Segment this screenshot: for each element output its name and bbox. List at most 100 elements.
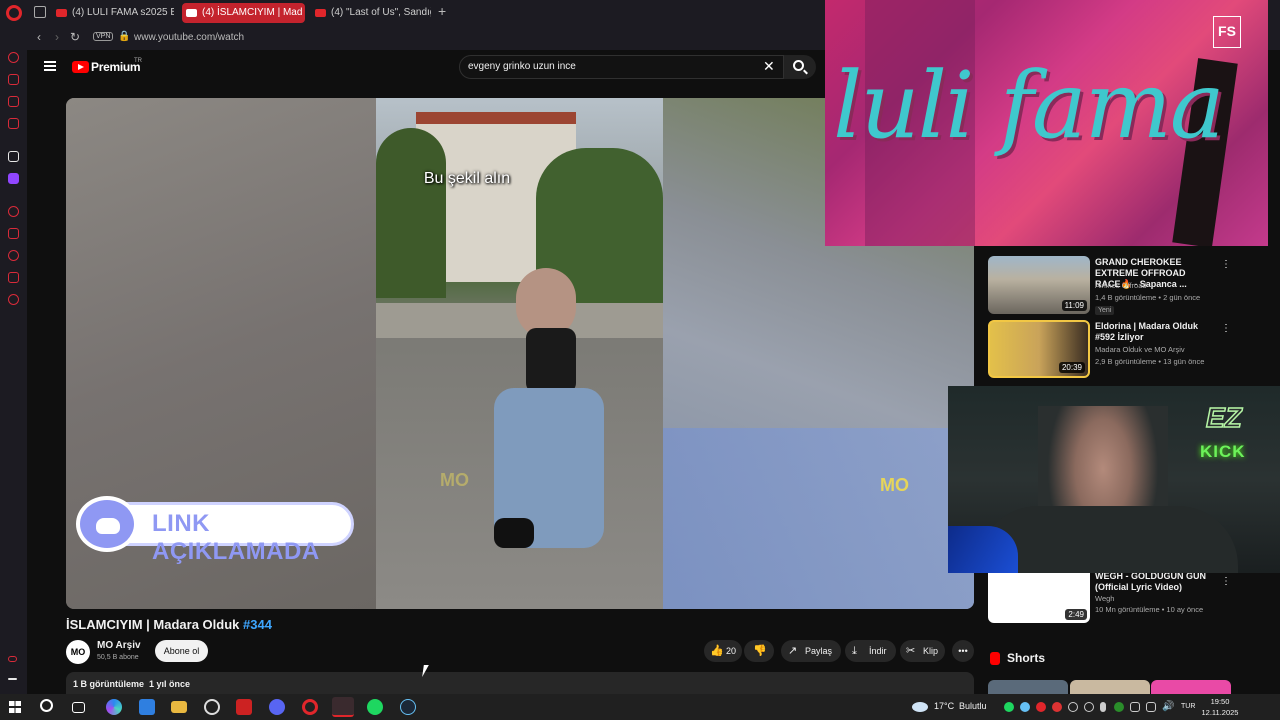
- forward-icon[interactable]: ›: [55, 30, 59, 44]
- youtube-premium-label[interactable]: Premium: [91, 60, 141, 74]
- video-thumbnail[interactable]: 20:39: [988, 320, 1090, 378]
- back-icon[interactable]: ‹: [37, 30, 41, 44]
- search-value[interactable]: evgeny grinko uzun ince: [468, 61, 576, 72]
- search-icon[interactable]: [40, 699, 53, 712]
- opera-gx-icon[interactable]: [332, 697, 354, 717]
- related-title[interactable]: Eldorina | Madara Olduk #592 İzliyor: [1095, 321, 1213, 343]
- more-vert-icon[interactable]: ⋮: [1221, 323, 1231, 334]
- region-label: TR: [134, 58, 142, 64]
- more-vert-icon[interactable]: ⋮: [1221, 259, 1231, 270]
- more-actions-button[interactable]: •••: [952, 640, 974, 662]
- gx-icon[interactable]: [8, 656, 17, 662]
- kick-neon-sign: KICK: [1200, 442, 1246, 461]
- spotify-icon[interactable]: [367, 699, 383, 715]
- share-icon: ↗: [788, 645, 798, 657]
- tray-icon[interactable]: [1052, 702, 1062, 712]
- url-field[interactable]: www.youtube.com/watch: [134, 32, 244, 43]
- instagram-icon[interactable]: [8, 96, 19, 107]
- description-box[interactable]: [66, 672, 974, 694]
- language-indicator[interactable]: TUR: [1181, 703, 1195, 710]
- related-video[interactable]: 2:49 WEGH - GÖLDÜGÜN GÜN (Official Lyric…: [988, 571, 1231, 623]
- vpn-badge[interactable]: VPN: [93, 32, 114, 41]
- tray-icon[interactable]: [1114, 702, 1124, 712]
- channel-avatar[interactable]: MO: [66, 640, 90, 664]
- tray-icon[interactable]: [1146, 702, 1156, 712]
- thumbs-down-icon: 👎: [753, 645, 767, 657]
- clock[interactable]: 19:50 12.11.2025: [1200, 696, 1240, 718]
- workspaces-icon[interactable]: [34, 6, 46, 18]
- video-thumbnail[interactable]: 2:49: [988, 573, 1090, 623]
- related-video[interactable]: 11:09 GRAND CHEROKEE EXTREME OFFROAD RAC…: [988, 256, 1231, 315]
- related-channel[interactable]: Airlines Offroad: [1095, 281, 1147, 290]
- volume-icon[interactable]: 🔊: [1162, 701, 1174, 712]
- reload-icon[interactable]: ↻: [70, 30, 80, 44]
- weather-desc[interactable]: Bulutlu: [959, 701, 987, 711]
- whatsapp-icon[interactable]: [8, 118, 19, 129]
- messenger-icon[interactable]: [8, 74, 19, 85]
- related-channel[interactable]: Wegh: [1095, 594, 1114, 603]
- microphone: [948, 526, 1018, 573]
- new-tab-icon[interactable]: +: [438, 3, 446, 19]
- lock-icon[interactable]: 🔒: [118, 31, 130, 42]
- settings-icon[interactable]: [8, 294, 19, 305]
- share-button[interactable]: ↗ Paylaş: [781, 640, 841, 662]
- music-icon[interactable]: [8, 151, 19, 162]
- menu-icon[interactable]: [44, 61, 56, 71]
- video-meta: 1 B görüntüleme 1 yıl önce: [73, 679, 190, 689]
- copilot-icon[interactable]: [106, 699, 122, 715]
- discord-banner: LINK AÇIKLAMADA: [76, 496, 356, 565]
- task-view-icon[interactable]: [72, 702, 85, 713]
- obs-icon[interactable]: [204, 699, 220, 715]
- channel-watermark[interactable]: MO: [880, 475, 909, 496]
- voice-mod-icon[interactable]: [236, 699, 252, 715]
- dislike-button[interactable]: 👎: [744, 640, 774, 662]
- tray-icon[interactable]: [1036, 702, 1046, 712]
- edge-icon[interactable]: [139, 699, 155, 715]
- history-icon[interactable]: [8, 250, 19, 261]
- related-title[interactable]: WEGH - GÖLDÜGÜN GÜN (Official Lyric Vide…: [1095, 571, 1213, 593]
- tab-luli-fama[interactable]: (4) LULI FAMA s2025 Biki: [52, 3, 174, 23]
- hashtag-link[interactable]: #344: [243, 617, 272, 632]
- bookmarks-icon[interactable]: [8, 228, 19, 239]
- video-thumbnail[interactable]: 11:09: [988, 256, 1090, 314]
- steam-icon[interactable]: [400, 699, 416, 715]
- clip-button[interactable]: ✂ Klip: [900, 640, 945, 662]
- short-thumbnail[interactable]: [988, 680, 1068, 694]
- steam-tray-icon[interactable]: [1020, 702, 1030, 712]
- aria-icon[interactable]: [8, 52, 19, 63]
- more-icon[interactable]: [8, 678, 17, 680]
- discord-icon[interactable]: [269, 699, 285, 715]
- webcam-overlay: EZ KICK: [948, 386, 1280, 573]
- tab-last-of-us[interactable]: (4) "Last of Us", Sandığım: [311, 3, 431, 23]
- tab-islamciyim[interactable]: (4) İSLAMCIYIM | Mad: [182, 3, 305, 23]
- related-video[interactable]: 20:39 Eldorina | Madara Olduk #592 İzliy…: [988, 320, 1231, 378]
- opera-icon[interactable]: [302, 699, 318, 715]
- file-explorer-icon[interactable]: [171, 701, 187, 713]
- player-icon[interactable]: [8, 206, 19, 217]
- related-meta: 2,9 B görüntüleme • 13 gün önce: [1095, 357, 1205, 366]
- microphone-icon[interactable]: [1100, 702, 1106, 712]
- clear-search-icon[interactable]: ✕: [763, 58, 775, 75]
- like-button[interactable]: 👍 20: [704, 640, 742, 662]
- subscribe-button[interactable]: Abone ol: [155, 640, 208, 662]
- short-thumbnail[interactable]: [1070, 680, 1150, 694]
- spotify-tray-icon[interactable]: [1004, 702, 1014, 712]
- download-button[interactable]: ⤓ İndir: [845, 640, 896, 662]
- channel-name[interactable]: MO Arşiv: [97, 640, 141, 651]
- youtube-logo-icon[interactable]: [72, 61, 89, 73]
- search-button[interactable]: [784, 55, 816, 79]
- weather-temp[interactable]: 17°C: [934, 701, 954, 711]
- short-thumbnail[interactable]: [1151, 680, 1231, 694]
- related-channel[interactable]: Madara Olduk ve MO Arşiv: [1095, 345, 1185, 354]
- display-icon[interactable]: [1130, 702, 1140, 712]
- duration-badge: 2:49: [1065, 609, 1087, 620]
- tray-icon[interactable]: [1084, 702, 1094, 712]
- twitch-icon[interactable]: [8, 173, 19, 184]
- more-vert-icon[interactable]: ⋮: [1221, 576, 1231, 587]
- video-title-text: İSLAMCIYIM | Madara Olduk: [66, 617, 240, 632]
- shorts-icon: [990, 652, 1000, 665]
- windows-start-icon[interactable]: [9, 701, 21, 713]
- opera-logo-icon[interactable]: [6, 5, 22, 21]
- extensions-icon[interactable]: [8, 272, 19, 283]
- tray-icon[interactable]: [1068, 702, 1078, 712]
